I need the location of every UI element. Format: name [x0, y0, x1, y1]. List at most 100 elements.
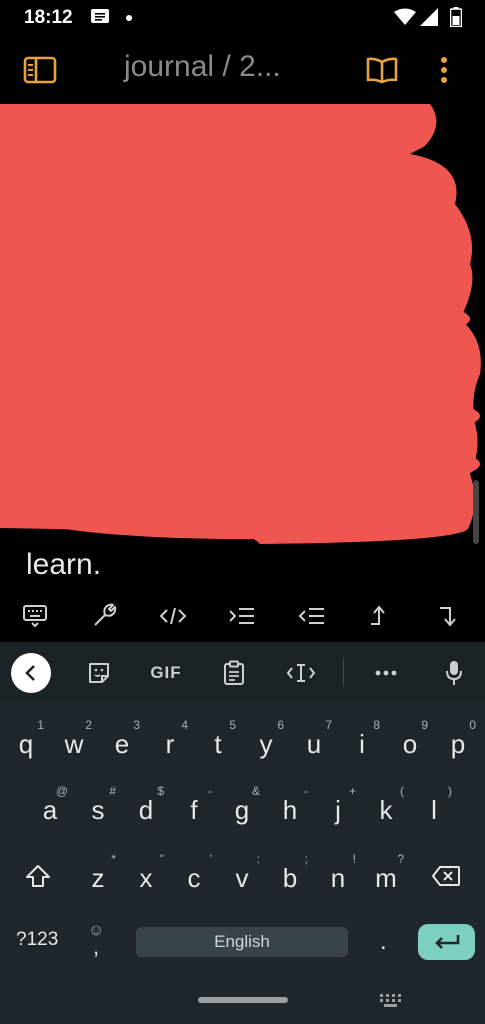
key-c[interactable]: ' c	[170, 848, 218, 904]
space-bar-label: English	[214, 932, 270, 951]
sidebar-toggle-icon	[23, 56, 57, 84]
key-t[interactable]: 5t	[194, 714, 242, 770]
key-hint: '	[209, 852, 212, 866]
period-key[interactable]: .	[380, 928, 387, 956]
sidebar-toggle-button[interactable]	[20, 50, 60, 90]
key-hint: ;	[304, 852, 308, 866]
enter-key[interactable]	[418, 924, 475, 960]
gif-label: GIF	[150, 663, 182, 682]
message-icon	[91, 9, 109, 23]
move-line-down-button[interactable]	[416, 590, 485, 642]
battery-icon	[450, 7, 462, 27]
shift-key[interactable]	[10, 848, 66, 904]
key-hint: 6	[277, 718, 284, 732]
symbols-key[interactable]: ?123	[16, 929, 58, 951]
wrench-icon	[94, 603, 117, 626]
key-h[interactable]: -h	[266, 780, 314, 836]
key-label: b	[282, 862, 298, 893]
key-hint: 3	[133, 718, 140, 732]
key-z[interactable]: * z	[74, 848, 122, 904]
key-label: j	[335, 794, 341, 825]
chevron-left-icon	[25, 665, 35, 681]
key-v[interactable]: :v	[218, 848, 266, 904]
key-k[interactable]: (k	[362, 780, 410, 836]
keyboard-switch-icon[interactable]	[380, 994, 402, 1008]
key-b[interactable]: ; b	[266, 848, 314, 904]
comma-label: ,	[93, 934, 100, 959]
app-bar: journal / 2...	[0, 36, 485, 104]
key-i[interactable]: 8i	[338, 714, 386, 770]
key-hint: 5	[229, 718, 236, 732]
key-p[interactable]: 0p	[434, 714, 482, 770]
more-options-icon	[441, 57, 447, 83]
key-y[interactable]: 6y	[242, 714, 290, 770]
key-w[interactable]: 2w	[50, 714, 98, 770]
sticker-icon	[89, 663, 109, 683]
outdent-icon	[298, 608, 324, 624]
key-hint: "	[159, 852, 164, 866]
keyboard-back-button[interactable]	[11, 653, 51, 693]
key-n[interactable]: ! n	[314, 848, 362, 904]
more-options-button[interactable]	[424, 50, 464, 90]
text-editing-button[interactable]	[285, 654, 317, 692]
gif-button[interactable]: GIF	[146, 654, 186, 692]
key-hint: 7	[325, 718, 332, 732]
note-text[interactable]: learn.	[26, 548, 101, 582]
key-label: g	[234, 794, 250, 825]
key-q[interactable]: 1q	[2, 714, 50, 770]
key-x[interactable]: " x	[122, 848, 170, 904]
hide-keyboard-button[interactable]	[0, 590, 69, 642]
key-label: m	[375, 862, 397, 893]
key-label: x	[139, 862, 153, 893]
key-e[interactable]: 3e	[98, 714, 146, 770]
backspace-icon	[432, 866, 460, 886]
more-horizontal-icon	[375, 670, 397, 676]
editor-content[interactable]: learn.	[0, 104, 485, 590]
key-u[interactable]: 7u	[290, 714, 338, 770]
shift-icon	[26, 865, 50, 887]
key-label: y	[259, 728, 273, 759]
text-cursor-icon	[286, 664, 316, 682]
key-d[interactable]: $ d	[122, 780, 170, 836]
reading-view-button[interactable]	[362, 50, 402, 90]
key-g[interactable]: & g	[218, 780, 266, 836]
move-up-icon	[371, 605, 385, 625]
code-icon	[159, 607, 187, 625]
settings-tool-button[interactable]	[69, 590, 138, 642]
sticker-button[interactable]	[84, 654, 114, 692]
redaction-overlay	[0, 104, 481, 544]
key-m[interactable]: ? m	[362, 848, 410, 904]
key-hint: 8	[373, 718, 380, 732]
key-hint: #	[109, 784, 116, 798]
emoji-comma-key[interactable]: ☺ ,	[84, 922, 112, 962]
indent-button[interactable]	[208, 590, 277, 642]
key-hint: &	[251, 784, 260, 798]
key-s[interactable]: # s	[74, 780, 122, 836]
key-hint: )	[448, 784, 452, 798]
key-l[interactable]: ) l	[410, 780, 458, 836]
move-line-up-button[interactable]	[346, 590, 415, 642]
page-title[interactable]: journal / 2...	[124, 50, 281, 84]
backspace-key[interactable]	[418, 848, 474, 904]
wifi-icon	[394, 8, 416, 25]
key-o[interactable]: 9o	[386, 714, 434, 770]
code-tool-button[interactable]	[139, 590, 208, 642]
key-hint: 4	[181, 718, 188, 732]
key-j[interactable]: + j	[314, 780, 362, 836]
key-label: t	[214, 728, 222, 759]
key-label: e	[114, 728, 130, 759]
key-hint: 9	[421, 718, 428, 732]
outdent-button[interactable]	[277, 590, 346, 642]
key-a[interactable]: @ a	[26, 780, 74, 836]
key-hint: :	[256, 852, 260, 866]
more-tools-button[interactable]	[370, 654, 402, 692]
scrollbar-thumb[interactable]	[473, 480, 479, 544]
key-hint: $	[157, 784, 164, 798]
space-bar[interactable]: English	[136, 927, 348, 957]
key-r[interactable]: 4r	[146, 714, 194, 770]
key-f[interactable]: -f	[170, 780, 218, 836]
key-label: i	[359, 728, 365, 759]
navigation-handle[interactable]	[198, 997, 288, 1003]
clipboard-button[interactable]	[219, 654, 249, 692]
voice-input-button[interactable]	[440, 654, 468, 692]
